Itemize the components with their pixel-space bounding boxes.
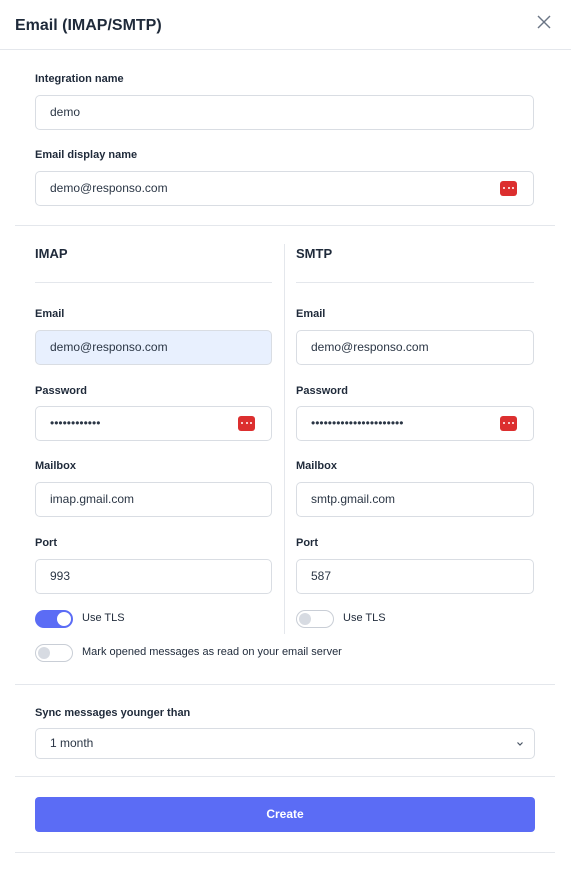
sync-selected-value: 1 month xyxy=(50,736,94,750)
smtp-mailbox-label: Mailbox xyxy=(296,460,337,472)
divider xyxy=(15,776,555,777)
imap-title-divider xyxy=(35,282,272,283)
imap-port-input[interactable]: 993 xyxy=(35,559,272,594)
integration-name-label: Integration name xyxy=(35,73,124,85)
column-divider xyxy=(284,244,285,634)
imap-port-label: Port xyxy=(35,537,57,549)
sync-label: Sync messages younger than xyxy=(35,707,191,719)
imap-mailbox-value: imap.gmail.com xyxy=(50,492,135,506)
display-name-label: Email display name xyxy=(35,149,138,161)
imap-tls-label: Use TLS xyxy=(82,612,125,624)
display-name-input[interactable]: demo@responso.com xyxy=(35,171,534,206)
chevron-down-icon xyxy=(517,742,523,746)
smtp-mailbox-value: smtp.gmail.com xyxy=(311,492,396,506)
imap-title: IMAP xyxy=(35,246,68,261)
imap-tls-toggle[interactable] xyxy=(35,610,73,628)
smtp-port-value: 587 xyxy=(311,569,332,583)
imap-email-label: Email xyxy=(35,308,65,320)
divider xyxy=(15,225,555,226)
mark-read-label: Mark opened messages as read on your ema… xyxy=(82,646,342,658)
dialog-header: Email (IMAP/SMTP) xyxy=(0,0,571,50)
smtp-mailbox-input[interactable]: smtp.gmail.com xyxy=(296,482,534,517)
password-manager-icon[interactable] xyxy=(500,181,517,196)
imap-mailbox-input[interactable]: imap.gmail.com xyxy=(35,482,272,517)
close-icon[interactable] xyxy=(535,13,553,31)
password-manager-icon[interactable] xyxy=(238,416,255,431)
imap-password-label: Password xyxy=(35,385,87,397)
smtp-email-label: Email xyxy=(296,308,326,320)
imap-email-input[interactable]: demo@responso.com xyxy=(35,330,272,365)
imap-email-value: demo@responso.com xyxy=(50,340,168,354)
smtp-port-label: Port xyxy=(296,537,318,549)
sync-select[interactable]: 1 month xyxy=(35,728,535,759)
smtp-password-value: •••••••••••••••••••••• xyxy=(311,416,404,430)
imap-mailbox-label: Mailbox xyxy=(35,460,76,472)
smtp-port-input[interactable]: 587 xyxy=(296,559,534,594)
smtp-tls-toggle[interactable] xyxy=(296,610,334,628)
smtp-email-input[interactable]: demo@responso.com xyxy=(296,330,534,365)
divider xyxy=(15,852,555,853)
smtp-title-divider xyxy=(296,282,534,283)
smtp-password-label: Password xyxy=(296,385,348,397)
dialog-title: Email (IMAP/SMTP) xyxy=(15,17,162,34)
create-button[interactable]: Create xyxy=(35,797,535,832)
imap-port-value: 993 xyxy=(50,569,71,583)
display-name-value: demo@responso.com xyxy=(50,181,168,195)
imap-password-value: •••••••••••• xyxy=(50,416,101,430)
smtp-password-input[interactable]: •••••••••••••••••••••• xyxy=(296,406,534,441)
mark-read-toggle[interactable] xyxy=(35,644,73,662)
integration-name-input[interactable]: demo xyxy=(35,95,534,130)
smtp-email-value: demo@responso.com xyxy=(311,340,429,354)
smtp-tls-label: Use TLS xyxy=(343,612,386,624)
divider xyxy=(15,684,555,685)
password-manager-icon[interactable] xyxy=(500,416,517,431)
imap-password-input[interactable]: •••••••••••• xyxy=(35,406,272,441)
integration-name-value: demo xyxy=(50,105,81,119)
smtp-title: SMTP xyxy=(296,246,333,261)
